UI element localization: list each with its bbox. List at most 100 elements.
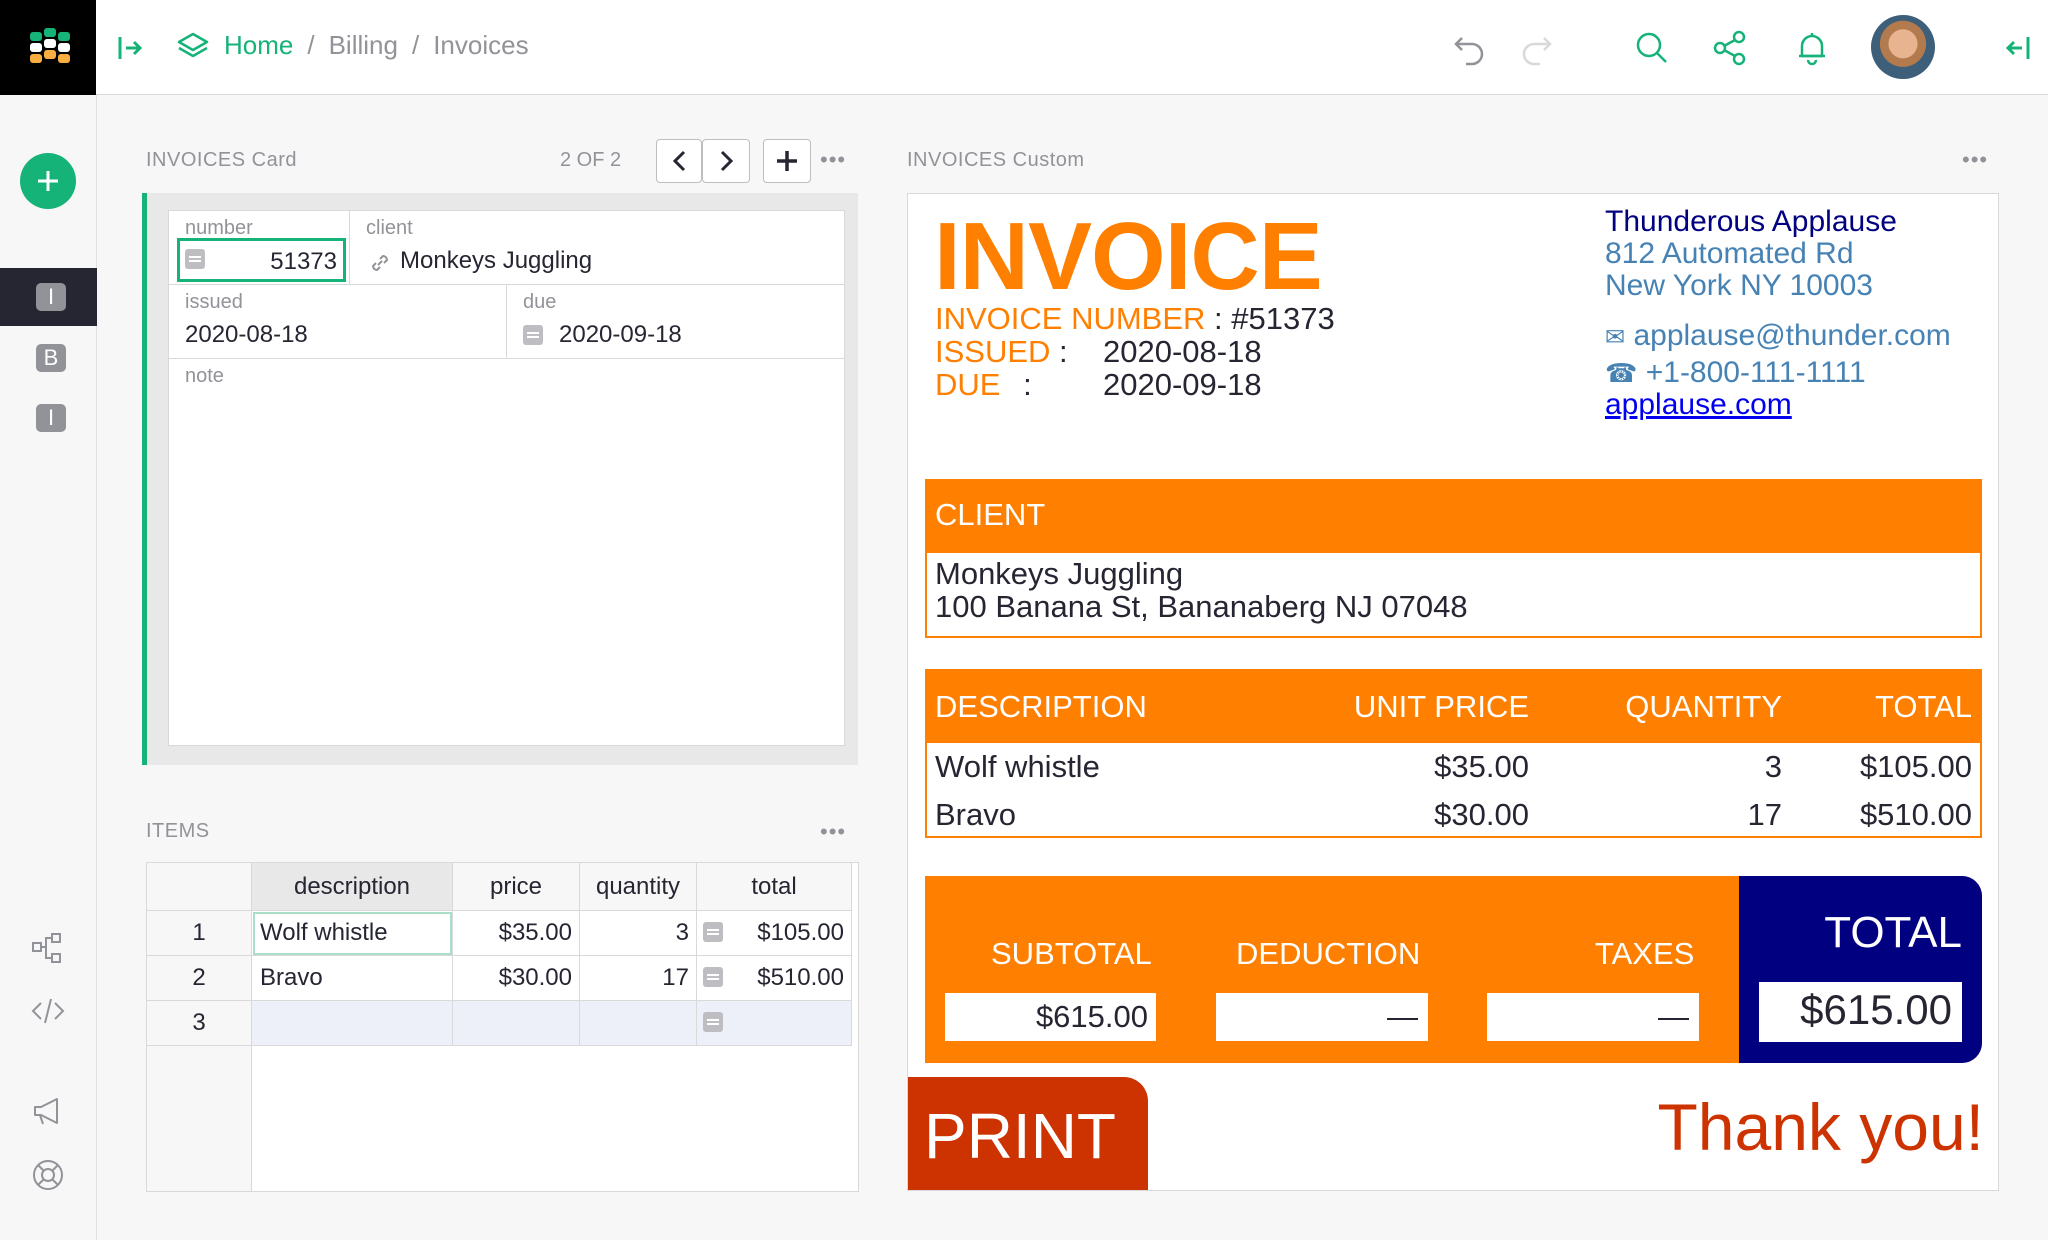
- table-cell[interactable]: $30.00: [453, 956, 580, 1001]
- sidebar-page-invoices[interactable]: I: [0, 268, 97, 326]
- redo-icon[interactable]: [1518, 30, 1554, 66]
- breadcrumb-invoices: Invoices: [433, 30, 529, 60]
- grand-total-panel: TOTAL $615.00: [1739, 876, 1982, 1063]
- client-header: CLIENT: [927, 481, 1980, 553]
- field-label: client: [366, 217, 413, 239]
- app-logo[interactable]: [0, 0, 96, 95]
- table-cell[interactable]: [252, 1001, 453, 1046]
- field-note[interactable]: note: [169, 359, 844, 745]
- add-record-button[interactable]: [763, 139, 811, 183]
- company-city: New York NY 10003: [1605, 269, 1873, 302]
- table-cell[interactable]: [697, 1001, 852, 1046]
- add-new-button[interactable]: [20, 153, 76, 209]
- card-menu-button[interactable]: •••: [820, 147, 846, 173]
- line-item-row: Bravo $30.00 17 $510.00: [935, 797, 1972, 832]
- page-initial: B: [36, 344, 66, 372]
- card-section-title[interactable]: INVOICES Card: [146, 149, 297, 172]
- formula-icon: [703, 1012, 723, 1032]
- avatar[interactable]: [1871, 15, 1935, 79]
- table-cell[interactable]: $35.00: [453, 911, 580, 956]
- column-header[interactable]: description: [252, 863, 453, 911]
- sidebar-page-items[interactable]: I: [0, 389, 97, 447]
- invoice-heading: INVOICE: [934, 203, 1323, 310]
- help-lifebuoy-icon[interactable]: [30, 1157, 66, 1193]
- table-cell[interactable]: [453, 1001, 580, 1046]
- line-items-header: DESCRIPTION UNIT PRICE QUANTITY TOTAL: [927, 671, 1980, 743]
- company-website[interactable]: applause.com: [1605, 389, 1951, 421]
- card-pager: 2 OF 2: [560, 149, 622, 171]
- due-date: 2020-09-18: [1103, 367, 1262, 402]
- bell-icon[interactable]: [1794, 30, 1830, 66]
- phone-icon: ☎: [1605, 358, 1638, 388]
- due-value[interactable]: 2020-09-18: [559, 321, 682, 349]
- company-street: 812 Automated Rd: [1605, 237, 1854, 270]
- expand-panel-icon[interactable]: [116, 34, 144, 62]
- field-label: due: [523, 291, 557, 313]
- table-cell[interactable]: [580, 1001, 697, 1046]
- collapse-panel-icon[interactable]: [2004, 34, 2032, 62]
- row-number-gutter: [147, 1046, 252, 1191]
- items-menu-button[interactable]: •••: [820, 819, 846, 845]
- link-icon: [371, 254, 389, 272]
- table-cell[interactable]: 3: [580, 911, 697, 956]
- client-value[interactable]: Monkeys Juggling: [400, 247, 592, 275]
- subtotal-label: SUBTOTAL: [991, 936, 1152, 971]
- company-email: applause@thunder.com: [1633, 319, 1951, 352]
- share-icon[interactable]: [1712, 30, 1748, 66]
- row-number-header[interactable]: [147, 863, 252, 911]
- table-cell[interactable]: Wolf whistle: [252, 911, 453, 956]
- field-issued: issued 2020-08-18: [169, 285, 507, 359]
- issued-colon: :: [1059, 334, 1068, 369]
- formula-icon: [523, 325, 543, 345]
- thank-you-text: Thank you!: [1657, 1090, 1984, 1164]
- code-view-icon[interactable]: [30, 993, 66, 1029]
- issued-value[interactable]: 2020-08-18: [185, 321, 308, 349]
- page-initial: I: [36, 283, 66, 311]
- number-input[interactable]: 51373: [177, 238, 346, 282]
- custom-menu-button[interactable]: •••: [1962, 147, 1988, 173]
- megaphone-icon[interactable]: [30, 1093, 66, 1129]
- column-header[interactable]: price: [453, 863, 580, 911]
- next-record-button[interactable]: [702, 139, 750, 183]
- field-due: due 2020-09-18: [507, 285, 844, 359]
- sidebar-page-billing[interactable]: B: [0, 329, 97, 387]
- search-icon[interactable]: [1634, 30, 1670, 66]
- formula-icon: [185, 249, 205, 269]
- grand-total-label: TOTAL: [1824, 908, 1962, 957]
- due-colon: :: [1023, 367, 1032, 402]
- items-section-title[interactable]: ITEMS: [146, 820, 210, 843]
- undo-icon[interactable]: [1452, 30, 1488, 66]
- client-name: Monkeys Juggling: [935, 556, 1184, 591]
- row-number[interactable]: 3: [147, 1001, 252, 1046]
- items-table: description price quantity total 1 Wolf …: [146, 862, 859, 1192]
- field-label: issued: [185, 291, 243, 313]
- invoice-card: number 51373 client Monkeys Juggling iss…: [142, 193, 858, 765]
- prev-record-button[interactable]: [656, 139, 702, 183]
- field-label: note: [185, 365, 224, 387]
- table-cell[interactable]: $510.00: [697, 956, 852, 1001]
- number-value: 51373: [270, 248, 337, 275]
- card-fields: number 51373 client Monkeys Juggling iss…: [168, 210, 845, 746]
- breadcrumb-billing[interactable]: Billing: [329, 30, 398, 61]
- table-cell[interactable]: $105.00: [697, 911, 852, 956]
- line-items-block: DESCRIPTION UNIT PRICE QUANTITY TOTAL Wo…: [925, 669, 1982, 838]
- table-cell[interactable]: Bravo: [252, 956, 453, 1001]
- issued-date: 2020-08-18: [1103, 334, 1262, 369]
- breadcrumb-separator: /: [411, 30, 420, 60]
- due-label: DUE: [935, 367, 1001, 402]
- row-number[interactable]: 2: [147, 956, 252, 1001]
- raw-data-icon[interactable]: [30, 930, 66, 966]
- table-cell[interactable]: 17: [580, 956, 697, 1001]
- print-button[interactable]: PRINT: [908, 1077, 1148, 1190]
- totals-block: SUBTOTAL $615.00 DEDUCTION — TAXES — TOT…: [925, 876, 1982, 1063]
- column-header[interactable]: total: [697, 863, 852, 911]
- breadcrumb-home[interactable]: Home: [224, 30, 293, 61]
- row-number[interactable]: 1: [147, 911, 252, 956]
- plus-icon: [38, 171, 58, 191]
- taxes-label: TAXES: [1595, 936, 1695, 971]
- company-name: Thunderous Applause: [1605, 205, 1897, 238]
- custom-section-title[interactable]: INVOICES Custom: [907, 149, 1085, 172]
- column-header[interactable]: quantity: [580, 863, 697, 911]
- layers-icon: [177, 32, 209, 57]
- issued-label: ISSUED: [935, 334, 1051, 369]
